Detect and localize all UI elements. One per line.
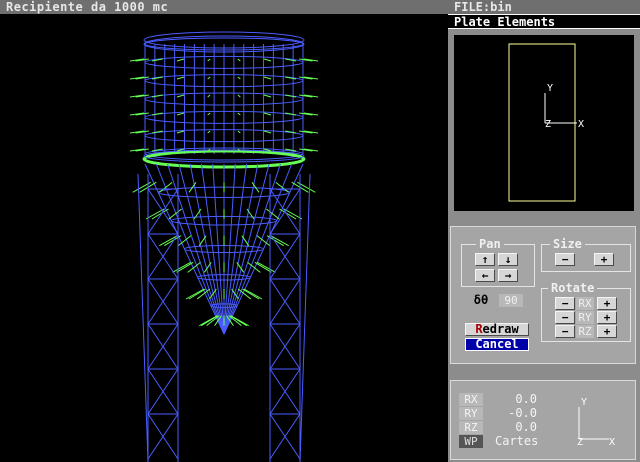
file-label: FILE:bin bbox=[448, 0, 640, 14]
rotate-label: Rotate bbox=[548, 281, 598, 295]
load-vector bbox=[237, 94, 241, 98]
load-vector bbox=[159, 181, 173, 193]
status-rz-value: 0.0 bbox=[515, 420, 537, 434]
status-axis-x-label: X bbox=[609, 437, 615, 448]
load-vector bbox=[176, 130, 185, 134]
load-vector bbox=[263, 130, 272, 134]
load-vector bbox=[263, 112, 272, 116]
left-tower-outer bbox=[137, 173, 149, 462]
load-vector bbox=[257, 261, 276, 273]
pan-label: Pan bbox=[476, 237, 504, 251]
preview-axis-y-label: Y bbox=[547, 83, 553, 94]
status-rx-value: 0.0 bbox=[515, 392, 537, 406]
load-vector bbox=[176, 58, 185, 62]
preview-window[interactable]: Y Z X bbox=[454, 35, 634, 211]
rotate-rx-label: RX bbox=[576, 297, 594, 310]
rotate-rx-minus-button[interactable]: − bbox=[555, 297, 575, 310]
load-vector bbox=[176, 76, 185, 80]
load-vector bbox=[243, 288, 263, 300]
load-vector bbox=[263, 76, 272, 80]
size-label: Size bbox=[550, 237, 585, 251]
load-vector bbox=[172, 261, 191, 273]
cone-generator bbox=[178, 163, 225, 335]
status-axis-z-label: Z bbox=[577, 437, 583, 448]
right-tower-outer bbox=[299, 173, 311, 462]
cone-generator bbox=[223, 163, 270, 335]
status-ry-label: RY bbox=[459, 407, 483, 420]
pan-group: Pan ↑ ↓ ← → bbox=[461, 237, 535, 287]
rotate-ry-minus-button[interactable]: − bbox=[555, 311, 575, 324]
delta-theta-field[interactable]: 90 bbox=[499, 294, 523, 307]
load-vector bbox=[159, 235, 178, 247]
size-plus-button[interactable]: + bbox=[594, 253, 614, 266]
workplane-button[interactable]: WP bbox=[459, 435, 483, 448]
redraw-hotkey: R bbox=[475, 322, 483, 336]
cone-generator bbox=[189, 163, 225, 335]
cone-generator bbox=[212, 163, 225, 335]
cone-generator bbox=[223, 163, 248, 335]
load-vector bbox=[176, 94, 185, 98]
cancel-button[interactable]: Cancel bbox=[465, 338, 529, 351]
redraw-label: edraw bbox=[482, 322, 519, 336]
pan-left-button[interactable]: ← bbox=[475, 269, 495, 282]
status-ry-value: -0.0 bbox=[508, 406, 537, 420]
load-vector bbox=[207, 58, 211, 62]
rotate-group: Rotate − RX + − RY + − RZ + bbox=[541, 281, 631, 342]
load-vector bbox=[237, 112, 241, 116]
load-vector bbox=[207, 94, 211, 98]
rotate-rz-label: RZ bbox=[576, 325, 594, 338]
load-vector bbox=[207, 76, 211, 80]
cone-generator bbox=[200, 163, 225, 335]
size-minus-button[interactable]: − bbox=[555, 253, 575, 266]
rotate-ry-plus-button[interactable]: + bbox=[597, 311, 617, 324]
size-group: Size − + bbox=[541, 237, 631, 272]
window-title: Recipiente da 1000 mc bbox=[0, 0, 448, 14]
load-vector bbox=[176, 261, 194, 273]
tank-wireframe-model bbox=[129, 31, 319, 462]
preview-axis-x-label: X bbox=[578, 119, 584, 130]
cone-generator bbox=[223, 163, 236, 335]
model-viewport[interactable] bbox=[0, 14, 448, 462]
cone-generator bbox=[223, 163, 259, 335]
load-vector bbox=[237, 58, 241, 62]
rotate-rx-plus-button[interactable]: + bbox=[597, 297, 617, 310]
delta-theta-label: δθ bbox=[469, 294, 493, 307]
load-vector bbox=[207, 112, 211, 116]
mode-title: Plate Elements bbox=[448, 14, 640, 29]
pan-down-button[interactable]: ↓ bbox=[498, 253, 518, 266]
load-vector bbox=[254, 261, 272, 273]
load-vector bbox=[275, 181, 289, 193]
load-vector bbox=[185, 288, 205, 300]
redraw-button[interactable]: Redraw bbox=[465, 323, 529, 336]
rotate-rz-plus-button[interactable]: + bbox=[597, 325, 617, 338]
load-vector bbox=[263, 58, 272, 62]
load-vector bbox=[237, 130, 241, 134]
status-rx-label: RX bbox=[459, 393, 483, 406]
load-vector bbox=[263, 94, 272, 98]
status-axis-y-label: Y bbox=[581, 397, 587, 408]
preview-svg: Y Z X bbox=[508, 43, 584, 202]
view-controls: Pan ↑ ↓ ← → Size − + δθ 90 Redraw Cancel… bbox=[450, 226, 636, 364]
right-panel: FILE:bin Plate Elements Y Z X Pan ↑ ↓ ← … bbox=[448, 0, 640, 462]
preview-axis-z-label: Z bbox=[545, 119, 551, 130]
pan-right-button[interactable]: → bbox=[498, 269, 518, 282]
load-vector bbox=[207, 130, 211, 134]
load-vector bbox=[176, 112, 185, 116]
status-box: RX 0.0 RY -0.0 RZ 0.0 WP Cartes Y Z X bbox=[450, 380, 636, 460]
status-rz-label: RZ bbox=[459, 421, 483, 434]
load-vector bbox=[270, 235, 289, 247]
load-vector bbox=[237, 76, 241, 80]
rotate-rz-minus-button[interactable]: − bbox=[555, 325, 575, 338]
status-axis-indicator: Y Z X bbox=[577, 397, 615, 448]
rotate-ry-label: RY bbox=[576, 311, 594, 324]
pan-up-button[interactable]: ↑ bbox=[475, 253, 495, 266]
coord-system-label: Cartes bbox=[495, 434, 539, 448]
